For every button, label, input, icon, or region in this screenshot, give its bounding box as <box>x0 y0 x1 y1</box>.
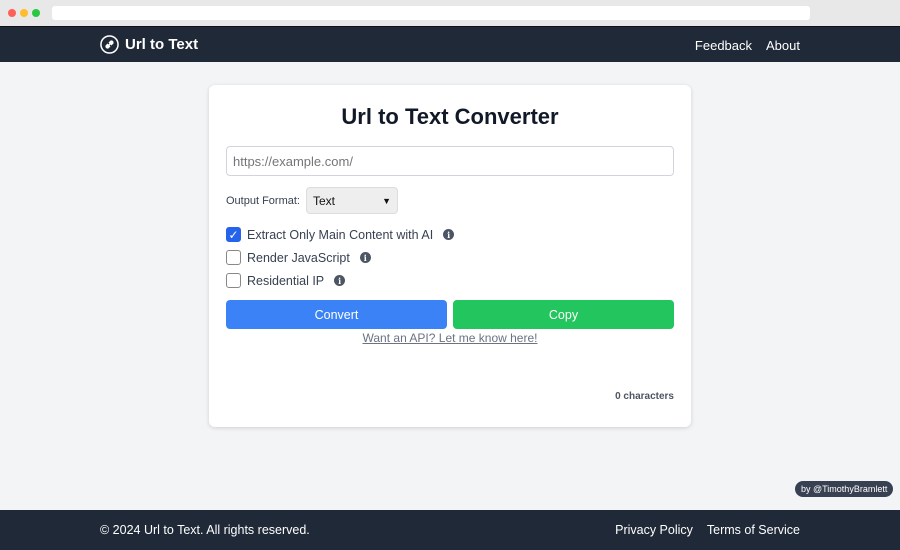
option-render-js[interactable]: Render JavaScript i <box>226 250 371 265</box>
address-bar[interactable] <box>52 6 810 20</box>
url-input[interactable] <box>226 146 674 176</box>
checkbox-checked[interactable]: ✓ <box>226 227 241 242</box>
maximize-dot[interactable] <box>32 9 40 17</box>
converter-card: Url to Text Converter Output Format: Tex… <box>209 85 691 427</box>
option-label: Render JavaScript <box>247 250 350 265</box>
chevron-down-icon: ▼ <box>382 195 391 206</box>
format-value: Text <box>312 193 335 208</box>
nav-about[interactable]: About <box>766 38 800 53</box>
checkbox[interactable] <box>226 273 241 288</box>
brand-link[interactable]: Url to Text <box>100 35 198 54</box>
option-label: Residential IP <box>247 273 325 288</box>
author-badge[interactable]: by @TimothyBramlett <box>795 481 894 497</box>
minimize-dot[interactable] <box>20 9 28 17</box>
browser-chrome <box>0 0 900 26</box>
copy-button[interactable]: Copy <box>453 300 674 329</box>
copyright: © 2024 Url to Text. All rights reserved. <box>100 523 310 537</box>
footer: © 2024 Url to Text. All rights reserved.… <box>0 510 900 550</box>
navbar: Url to Text Feedback About <box>0 26 900 62</box>
info-icon[interactable]: i <box>334 275 346 286</box>
info-icon[interactable]: i <box>443 229 455 240</box>
convert-button[interactable]: Convert <box>226 300 447 329</box>
api-link[interactable]: Want an API? Let me know here! <box>209 331 691 345</box>
info-icon[interactable]: i <box>359 252 371 263</box>
option-residential-ip[interactable]: Residential IP i <box>226 273 346 288</box>
brand-name: Url to Text <box>125 36 199 53</box>
format-label: Output Format: <box>226 194 300 207</box>
footer-terms[interactable]: Terms of Service <box>707 523 800 537</box>
option-label: Extract Only Main Content with AI <box>247 227 434 242</box>
page-title: Url to Text Converter <box>341 104 559 129</box>
format-select[interactable]: Text ▼ <box>305 187 398 214</box>
footer-privacy[interactable]: Privacy Policy <box>615 523 693 537</box>
char-count: 0 characters <box>615 391 674 402</box>
link-icon <box>100 35 119 54</box>
close-dot[interactable] <box>8 9 16 17</box>
checkbox[interactable] <box>226 250 241 265</box>
nav-feedback[interactable]: Feedback <box>695 38 752 53</box>
option-extract-main[interactable]: ✓ Extract Only Main Content with AI i <box>226 227 455 242</box>
